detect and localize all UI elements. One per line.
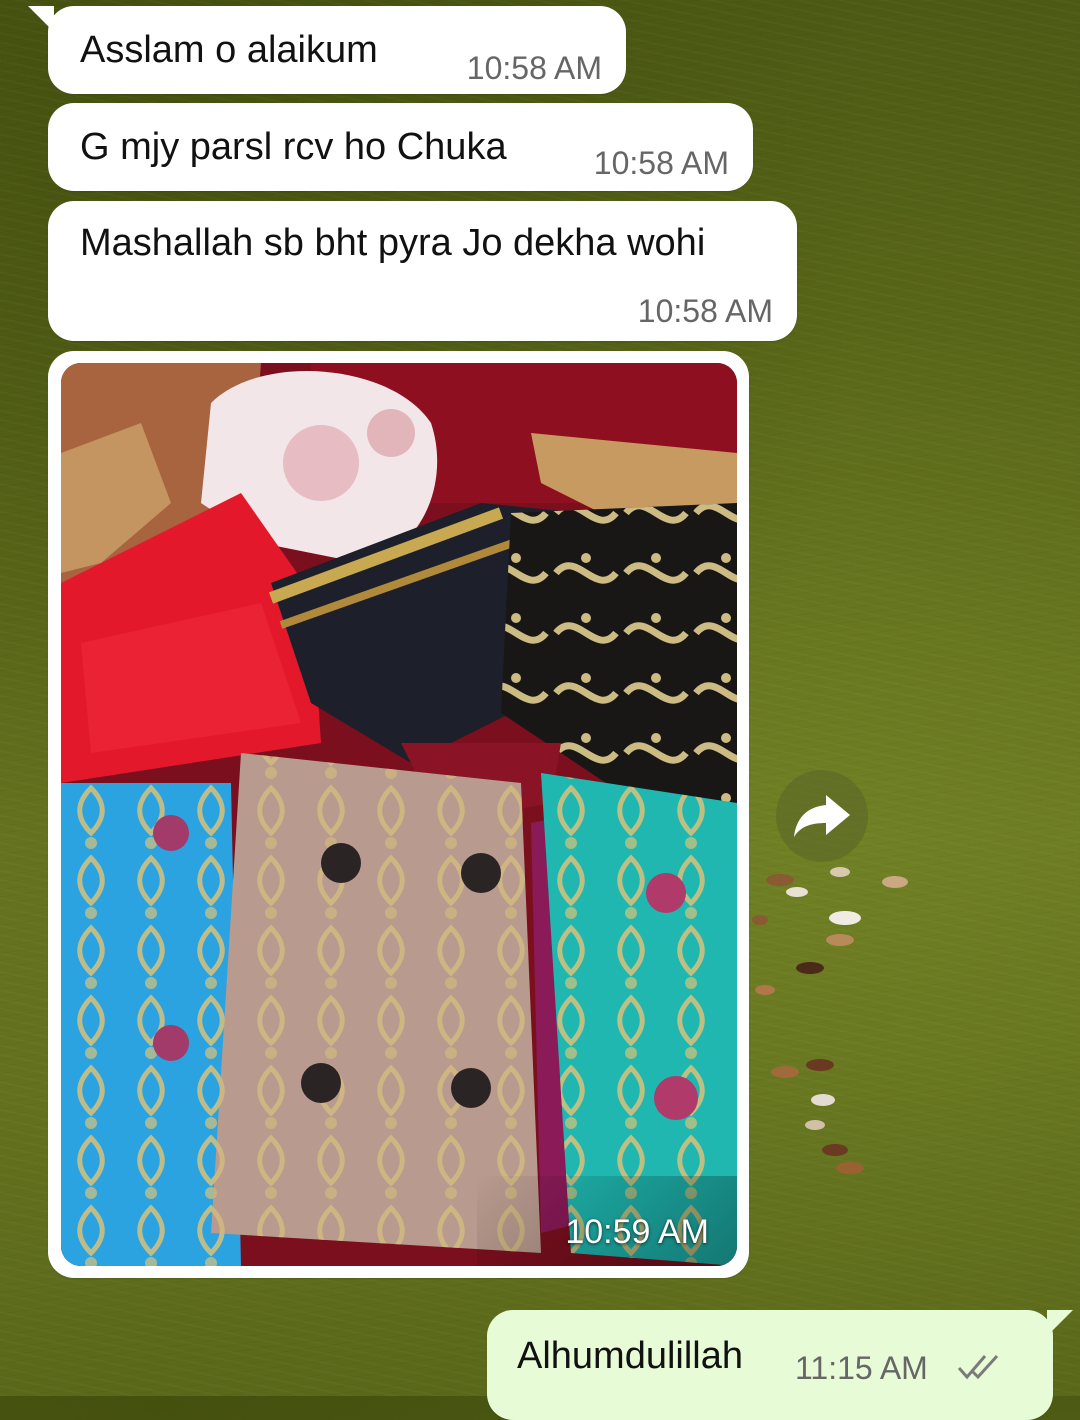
message-time: 10:59 AM (565, 1213, 709, 1251)
outgoing-message[interactable]: Alhumdulillah 11:15 AM (487, 1310, 1073, 1420)
message-text: Mashallah sb bht pyra Jo dekha wohi (80, 222, 706, 264)
incoming-message[interactable]: Mashallah sb bht pyra Jo dekha wohi 10:5… (48, 201, 797, 341)
message-time: 10:58 AM (466, 50, 602, 86)
chat-messages: Asslam o alaikum 10:58 AM G mjy parsl rc… (0, 0, 1080, 1420)
fabric-photo-image (61, 363, 737, 1266)
incoming-image-message[interactable]: 10:59 AM (48, 351, 749, 1278)
message-text: Alhumdulillah (517, 1335, 744, 1377)
incoming-message[interactable]: Asslam o alaikum 10:58 AM (28, 6, 626, 94)
forward-arrow-icon (794, 795, 850, 837)
double-check-icon (957, 1354, 999, 1380)
message-text: Asslam o alaikum (80, 29, 378, 71)
incoming-message[interactable]: G mjy parsl rcv ho Chuka 10:58 AM (48, 103, 753, 191)
message-text: G mjy parsl rcv ho Chuka (80, 126, 507, 168)
message-photo[interactable]: 10:59 AM (61, 363, 737, 1266)
message-time: 10:58 AM (637, 293, 773, 329)
forward-button[interactable] (776, 770, 868, 862)
message-time: 10:58 AM (593, 145, 729, 181)
message-time: 11:15 AM (795, 1350, 928, 1386)
